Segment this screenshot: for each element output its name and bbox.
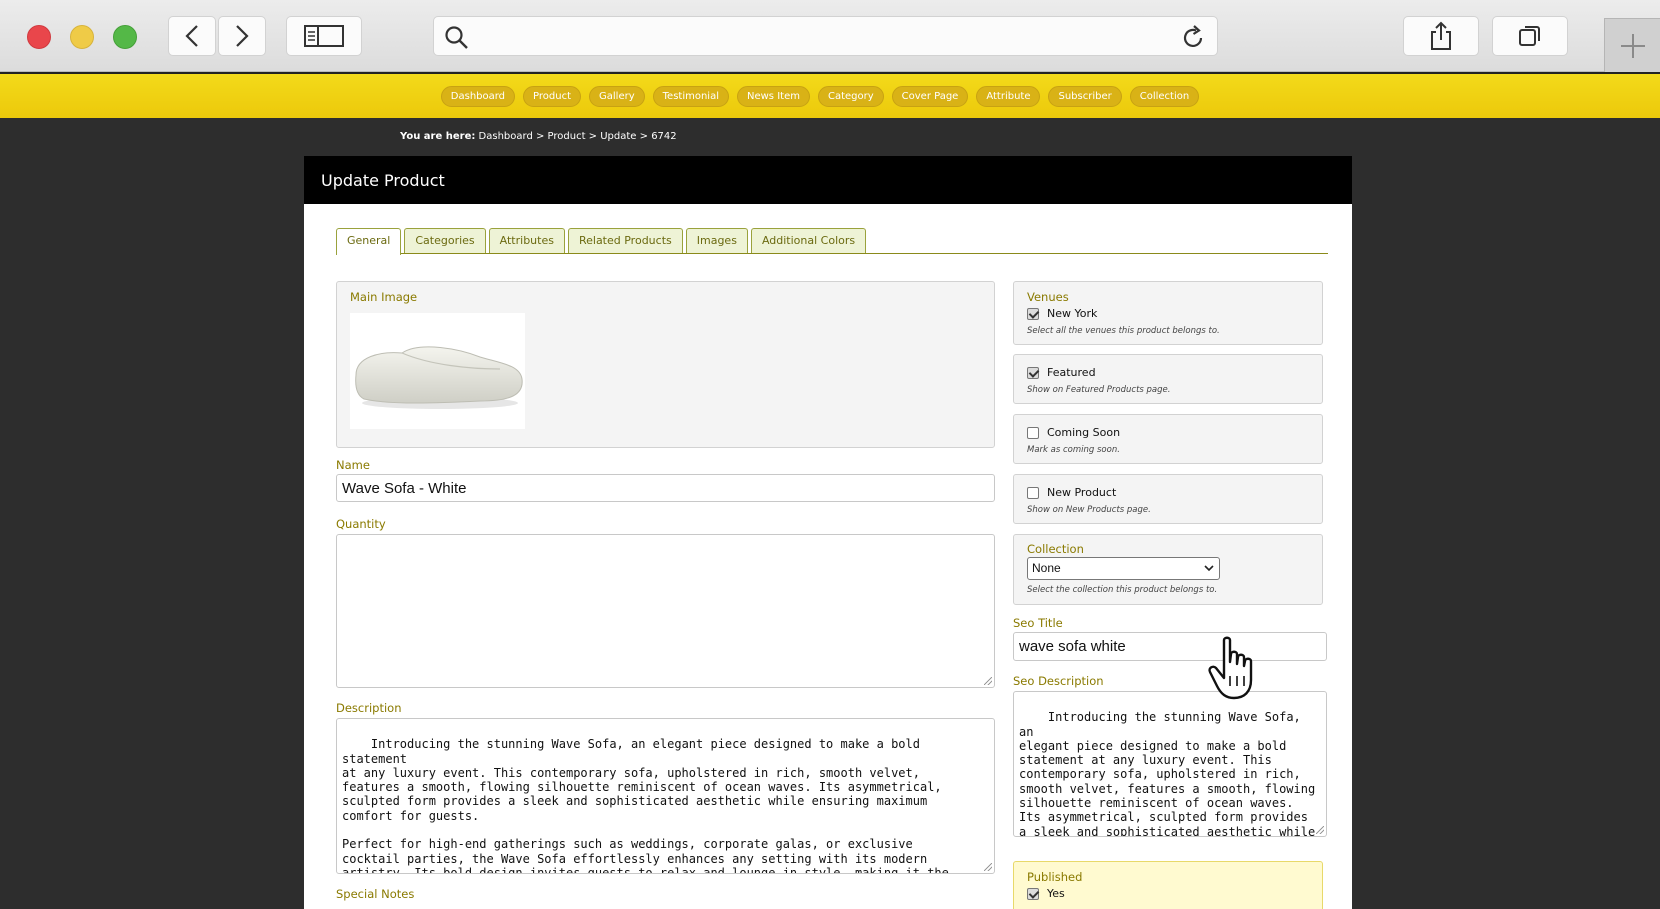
coming-soon-checkbox[interactable] <box>1027 426 1039 439</box>
featured-checkbox[interactable] <box>1027 366 1039 379</box>
page-title: Update Product <box>304 156 1352 204</box>
main-image-box: Main Image <box>336 281 995 448</box>
nav-testimonial[interactable]: Testimonial <box>652 85 729 107</box>
collection-label: Collection <box>1027 542 1084 556</box>
seo-description-label: Seo Description <box>1013 674 1104 688</box>
collection-box: Collection None Select the collection th… <box>1013 534 1323 605</box>
new-product-option[interactable]: New Product <box>1027 486 1116 499</box>
coming-soon-box: Coming Soon Mark as coming soon. <box>1013 414 1323 464</box>
address-bar[interactable] <box>433 16 1218 56</box>
tab-related-products[interactable]: Related Products <box>567 228 683 253</box>
coming-soon-hint: Mark as coming soon. <box>1027 445 1120 455</box>
nav-product[interactable]: Product <box>523 85 582 107</box>
share-icon <box>1431 21 1451 50</box>
nav-attribute[interactable]: Attribute <box>976 85 1041 107</box>
quantity-label: Quantity <box>336 517 386 531</box>
browser-toolbar <box>0 0 1660 72</box>
forward-button[interactable] <box>218 16 266 56</box>
coming-soon-option[interactable]: Coming Soon <box>1027 426 1120 439</box>
breadcrumb-trail[interactable]: Dashboard > Product > Update > 6742 <box>479 131 677 142</box>
published-checkbox[interactable] <box>1027 887 1039 900</box>
breadcrumb: You are here: Dashboard > Product > Upda… <box>400 131 677 142</box>
resize-handle[interactable] <box>984 677 992 685</box>
special-notes-label: Special Notes <box>336 887 415 901</box>
description-label: Description <box>336 701 402 715</box>
product-image[interactable] <box>350 313 525 429</box>
published-label: Published <box>1027 870 1083 884</box>
reload-icon[interactable] <box>1179 24 1207 52</box>
tab-attributes[interactable]: Attributes <box>488 228 565 253</box>
resize-handle[interactable] <box>984 863 992 871</box>
nav-cover-page[interactable]: Cover Page <box>891 85 969 107</box>
sidebar-icon <box>304 25 344 47</box>
featured-option[interactable]: Featured <box>1027 366 1096 379</box>
nav-subscriber[interactable]: Subscriber <box>1048 85 1122 107</box>
chevron-right-icon <box>236 25 249 47</box>
update-product-panel: Update Product General Categories Attrib… <box>304 156 1352 909</box>
plus-icon <box>1620 33 1645 58</box>
zoom-window-button[interactable] <box>113 25 137 49</box>
venue-checkbox[interactable] <box>1027 307 1039 320</box>
new-product-checkbox[interactable] <box>1027 486 1039 499</box>
tab-bar: General Categories Attributes Related Pr… <box>336 228 1328 255</box>
new-product-label: New Product <box>1047 486 1117 499</box>
seo-title-label: Seo Title <box>1013 616 1063 630</box>
hand-cursor-icon <box>1208 636 1253 700</box>
name-input[interactable]: Wave Sofa - White <box>336 474 995 502</box>
tab-categories[interactable]: Categories <box>404 228 486 253</box>
venue-option-label: New York <box>1047 307 1098 320</box>
published-option-label: Yes <box>1047 887 1065 900</box>
seo-description-value: Introducing the stunning Wave Sofa, an e… <box>1019 710 1316 837</box>
new-product-hint: Show on New Products page. <box>1027 505 1151 515</box>
main-image-label: Main Image <box>350 290 418 304</box>
nav-gallery[interactable]: Gallery <box>589 85 645 107</box>
description-value: Introducing the stunning Wave Sofa, an e… <box>342 737 949 874</box>
venues-box: Venues New York Select all the venues th… <box>1013 281 1323 345</box>
venue-new-york[interactable]: New York <box>1027 307 1097 320</box>
description-textarea[interactable]: Introducing the stunning Wave Sofa, an e… <box>336 718 995 874</box>
resize-handle[interactable] <box>1316 826 1324 834</box>
seo-title-input[interactable]: wave sofa white <box>1013 632 1327 661</box>
tab-images[interactable]: Images <box>685 228 748 253</box>
search-icon <box>445 26 468 49</box>
featured-box: Featured Show on Featured Products page. <box>1013 354 1323 404</box>
chevron-down-icon <box>1204 565 1214 572</box>
venues-label: Venues <box>1027 290 1069 304</box>
featured-label: Featured <box>1047 366 1096 379</box>
breadcrumb-prefix: You are here: <box>400 131 476 142</box>
tabs-icon <box>1519 26 1540 46</box>
sofa-image-icon <box>355 346 523 409</box>
collection-hint: Select the collection this product belon… <box>1027 585 1218 595</box>
share-button[interactable] <box>1403 16 1479 56</box>
collection-value: None <box>1032 561 1061 575</box>
quantity-textarea[interactable] <box>336 534 995 688</box>
published-option[interactable]: Yes <box>1027 887 1065 900</box>
close-window-button[interactable] <box>27 25 51 49</box>
featured-hint: Show on Featured Products page. <box>1027 385 1171 395</box>
seo-description-textarea[interactable]: Introducing the stunning Wave Sofa, an e… <box>1013 691 1327 837</box>
name-label: Name <box>336 458 370 472</box>
sidebar-toggle-button[interactable] <box>286 16 362 56</box>
new-product-box: New Product Show on New Products page. <box>1013 474 1323 524</box>
minimize-window-button[interactable] <box>70 25 94 49</box>
nav-category[interactable]: Category <box>817 85 884 107</box>
tab-general[interactable]: General <box>336 228 402 255</box>
tabs-overview-button[interactable] <box>1492 16 1568 56</box>
tab-additional-colors[interactable]: Additional Colors <box>750 228 867 253</box>
back-button[interactable] <box>168 16 216 56</box>
venues-hint: Select all the venues this product belon… <box>1027 326 1220 336</box>
chevron-left-icon <box>185 25 198 47</box>
nav-dashboard[interactable]: Dashboard <box>440 85 516 107</box>
published-box: Published Yes <box>1013 861 1323 909</box>
nav-collection[interactable]: Collection <box>1129 85 1200 107</box>
coming-soon-label: Coming Soon <box>1047 426 1121 439</box>
new-tab-button[interactable] <box>1604 18 1660 72</box>
nav-news-item[interactable]: News Item <box>737 85 810 107</box>
admin-nav: Dashboard Product Gallery Testimonial Ne… <box>0 72 1660 118</box>
collection-select[interactable]: None <box>1027 557 1220 580</box>
